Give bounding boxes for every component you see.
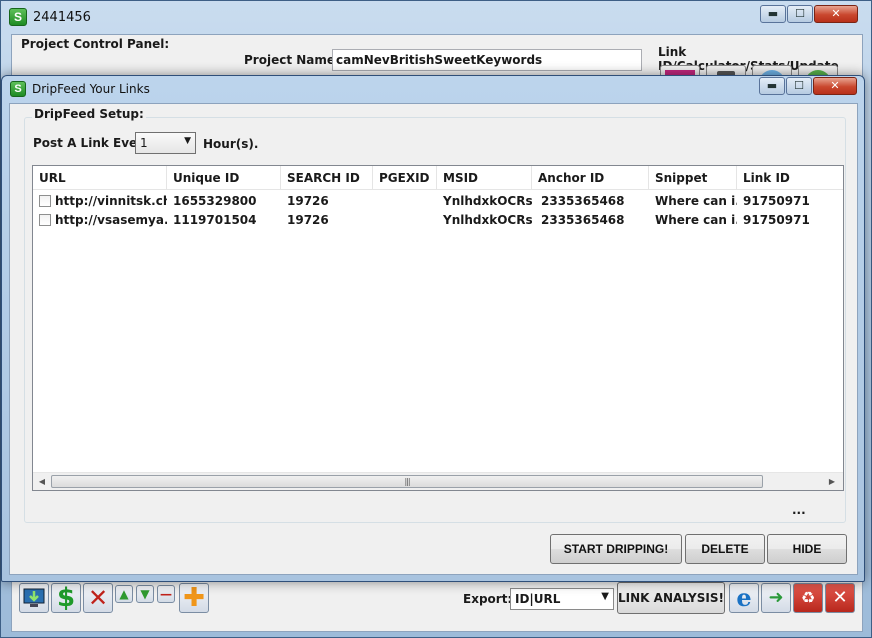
- export-format-select[interactable]: ID|URL ▼: [510, 588, 614, 610]
- cell-unique-id: 1119701504: [173, 213, 257, 227]
- post-interval-value: 1: [140, 136, 148, 150]
- move-up-icon[interactable]: ▲: [115, 585, 133, 603]
- status-ellipsis: ...: [792, 503, 806, 517]
- scroll-left-icon[interactable]: ◀: [35, 475, 49, 489]
- cell-pgexid: [373, 210, 437, 229]
- cell-search-id: 19726: [287, 194, 329, 208]
- main-window-title: 2441456: [33, 9, 91, 25]
- hide-button[interactable]: HIDE: [767, 534, 847, 564]
- column-header-unique-id[interactable]: Unique ID: [167, 166, 281, 190]
- scrollbar-thumb[interactable]: |||: [51, 475, 763, 488]
- dialog-close-button[interactable]: ✕: [813, 77, 857, 95]
- dollar-icon[interactable]: $: [51, 583, 81, 613]
- internet-explorer-icon[interactable]: e: [729, 583, 759, 613]
- minimize-button[interactable]: ▬: [760, 5, 786, 23]
- delete-button[interactable]: DELETE: [685, 534, 765, 564]
- delete-x-icon[interactable]: ✕: [83, 583, 113, 613]
- cell-unique-id: 1655329800: [173, 194, 257, 208]
- link-analysis-button[interactable]: LINK ANALYSIS!: [617, 582, 725, 614]
- export-format-value: ID|URL: [515, 592, 561, 606]
- cell-snippet: Where can i...: [655, 194, 737, 208]
- cell-search-id: 19726: [287, 213, 329, 227]
- hours-label: Hour(s).: [203, 137, 259, 151]
- app-logo-icon: S: [10, 81, 26, 97]
- dialog-maximize-button[interactable]: ☐: [786, 77, 812, 95]
- column-header-url[interactable]: URL: [33, 166, 167, 190]
- cell-anchor-id: 2335365468: [541, 194, 625, 208]
- app-logo-icon: S: [9, 8, 27, 26]
- cell-snippet: Where can i...: [655, 213, 737, 227]
- remove-icon[interactable]: —: [157, 585, 175, 603]
- scroll-right-icon[interactable]: ▶: [825, 475, 839, 489]
- column-header-link-id[interactable]: Link ID: [737, 166, 843, 190]
- table-row[interactable]: http://vsasemya.ru 1119701504 19726 Ynlh…: [33, 210, 843, 229]
- column-header-pgexid[interactable]: PGEXID: [373, 166, 437, 190]
- start-dripping-button[interactable]: START DRIPPING!: [550, 534, 682, 564]
- project-name-label: Project Name:: [244, 53, 340, 67]
- dripfeed-setup-label: DripFeed Setup:: [32, 107, 146, 121]
- export-arrow-icon[interactable]: ➜: [761, 583, 791, 613]
- table-row[interactable]: http://vinnitsk.ch... 1655329800 19726 Y…: [33, 191, 843, 210]
- cell-link-id: 91750971: [743, 213, 810, 227]
- monitor-download-icon[interactable]: [19, 583, 49, 613]
- cell-url: http://vsasemya.ru: [55, 213, 167, 227]
- cell-msid: YnlhdxkOCRs...: [443, 213, 532, 227]
- move-down-icon[interactable]: ▼: [136, 585, 154, 603]
- close-button[interactable]: ✕: [814, 5, 858, 23]
- main-window-controls: ▬ ☐ ✕: [759, 5, 858, 23]
- horizontal-scrollbar[interactable]: ◀ ||| ▶: [33, 472, 843, 490]
- cell-link-id: 91750971: [743, 194, 810, 208]
- cell-url: http://vinnitsk.ch...: [55, 194, 167, 208]
- cell-anchor-id: 2335365468: [541, 213, 625, 227]
- column-header-snippet[interactable]: Snippet: [649, 166, 737, 190]
- bottom-toolbar: $ ✕ ▲ ▼ — ✚ Export: ID|URL ▼ LINK ANALYS…: [11, 578, 863, 632]
- dripfeed-dialog-title: DripFeed Your Links: [32, 82, 150, 96]
- chevron-down-icon: ▼: [601, 591, 609, 602]
- recycle-bin-icon[interactable]: ♻: [793, 583, 823, 613]
- column-header-search-id[interactable]: SEARCH ID: [281, 166, 373, 190]
- post-interval-select[interactable]: 1 ▼: [135, 132, 196, 154]
- column-header-msid[interactable]: MSID: [437, 166, 532, 190]
- cell-msid: YnlhdxkOCRs...: [443, 194, 532, 208]
- dripfeed-titlebar: S DripFeed Your Links ▬ ☐ ✕: [2, 76, 864, 102]
- links-list-header: URL Unique ID SEARCH ID PGEXID MSID Anch…: [33, 166, 843, 190]
- project-name-field[interactable]: camNevBritishSweetKeywords: [332, 49, 642, 71]
- add-icon[interactable]: ✚: [179, 583, 209, 613]
- dialog-minimize-button[interactable]: ▬: [759, 77, 785, 95]
- maximize-button[interactable]: ☐: [787, 5, 813, 23]
- links-list[interactable]: URL Unique ID SEARCH ID PGEXID MSID Anch…: [32, 165, 844, 491]
- dripfeed-dialog: S DripFeed Your Links ▬ ☐ ✕ DripFeed Set…: [1, 75, 865, 582]
- project-control-panel-label: Project Control Panel:: [21, 37, 170, 51]
- dialog-window-controls: ▬ ☐ ✕: [758, 77, 857, 95]
- chevron-down-icon: ▼: [184, 136, 191, 146]
- main-titlebar: S 2441456 ▬ ☐ ✕: [1, 1, 871, 33]
- column-header-anchor-id[interactable]: Anchor ID: [532, 166, 649, 190]
- dripfeed-body: DripFeed Setup: Post A Link Every: 1 ▼ H…: [9, 103, 858, 575]
- export-label: Export:: [463, 592, 513, 606]
- cell-pgexid: [373, 191, 437, 210]
- exit-icon[interactable]: ✕: [825, 583, 855, 613]
